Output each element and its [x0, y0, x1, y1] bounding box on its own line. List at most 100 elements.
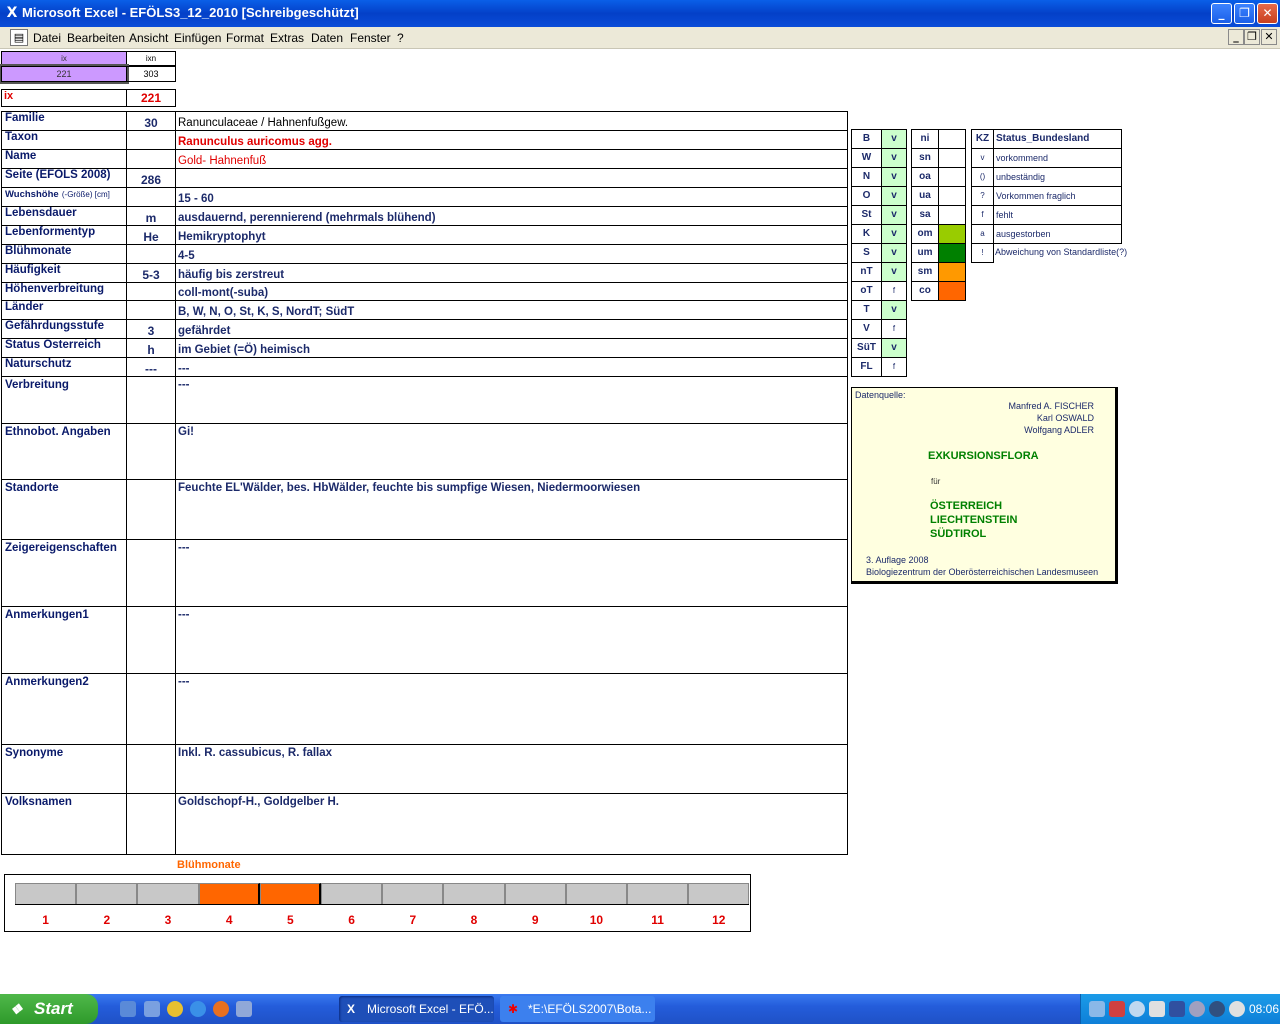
laender-value[interactable]: v	[881, 262, 907, 282]
row-code-cell[interactable]	[126, 187, 176, 207]
bigrow-label-cell[interactable]: Anmerkungen2	[1, 673, 127, 745]
bigrow-label-cell[interactable]: Zeigereigenschaften	[1, 539, 127, 607]
bigrow-value-cell[interactable]: ---	[175, 673, 848, 745]
bigrow-value-cell[interactable]: ---	[175, 539, 848, 607]
hoehen-color[interactable]	[938, 281, 966, 301]
row-code-cell[interactable]	[126, 300, 176, 320]
shield-icon[interactable]	[1169, 1001, 1185, 1017]
row-label-cell[interactable]: Häufigkeit	[1, 263, 127, 283]
row-value-cell[interactable]	[175, 168, 848, 188]
row-label-cell[interactable]: Name	[1, 149, 127, 169]
hoehen-color[interactable]	[938, 186, 966, 206]
bigrow-code-cell[interactable]	[126, 606, 176, 674]
menu-einfuegen[interactable]: Einfügen	[174, 31, 221, 45]
menu-fenster[interactable]: Fenster	[350, 31, 391, 45]
task-excel[interactable]: X Microsoft Excel - EFÖ...	[339, 996, 494, 1022]
row-value-cell[interactable]: B, W, N, O, St, K, S, NordT; SüdT	[175, 300, 848, 320]
row-label-cell[interactable]: Status Österreich	[1, 338, 127, 358]
title-bar[interactable]: X Microsoft Excel - EFÖLS3_12_2010 [Schr…	[0, 0, 1280, 27]
quicklaunch-icon-1[interactable]	[120, 1001, 136, 1017]
laender-code[interactable]: St	[851, 205, 882, 225]
row-code-cell[interactable]: ---	[126, 357, 176, 377]
row-label-cell[interactable]: Taxon	[1, 130, 127, 150]
row-value-cell[interactable]: ---	[175, 357, 848, 377]
laender-code[interactable]: FL	[851, 357, 882, 377]
status-text[interactable]: ausgestorben	[993, 224, 1122, 244]
row-value-cell[interactable]: Ranunculus auricomus agg.	[175, 130, 848, 150]
status-text[interactable]: unbeständig	[993, 167, 1122, 187]
bigrow-code-cell[interactable]	[126, 673, 176, 745]
workbook-icon[interactable]: ▤	[10, 29, 28, 46]
ix-label-cell[interactable]: ix	[1, 89, 127, 107]
quicklaunch-icon-6[interactable]	[236, 1001, 252, 1017]
bigrow-code-cell[interactable]	[126, 376, 176, 424]
ixn-value-cell[interactable]: 303	[126, 66, 176, 82]
hoehen-code[interactable]: sn	[911, 148, 939, 168]
row-code-cell[interactable]: 286	[126, 168, 176, 188]
bigrow-value-cell[interactable]: ---	[175, 606, 848, 674]
row-code-cell[interactable]: m	[126, 206, 176, 226]
hoehen-color[interactable]	[938, 148, 966, 168]
media-player-icon[interactable]	[167, 1001, 183, 1017]
bigrow-value-cell[interactable]: Goldschopf-H., Goldgelber H.	[175, 793, 848, 855]
doc-close-button[interactable]: ✕	[1261, 29, 1277, 45]
row-code-cell[interactable]	[126, 282, 176, 301]
row-code-cell[interactable]: 30	[126, 111, 176, 131]
laender-code[interactable]: O	[851, 186, 882, 206]
tray-icon-4[interactable]	[1149, 1001, 1165, 1017]
bigrow-label-cell[interactable]: Volksnamen	[1, 793, 127, 855]
ix-value-cell[interactable]: 221	[0, 64, 129, 84]
hoehen-code[interactable]: ni	[911, 129, 939, 149]
row-label-cell[interactable]: Familie	[1, 111, 127, 131]
ixn-header[interactable]: ixn	[126, 51, 176, 66]
hoehen-code[interactable]: ua	[911, 186, 939, 206]
bigrow-label-cell[interactable]: Synonyme	[1, 744, 127, 794]
laender-value[interactable]: v	[881, 224, 907, 244]
status-code[interactable]: ?	[971, 186, 994, 206]
laender-code[interactable]: W	[851, 148, 882, 168]
laender-code[interactable]: S	[851, 243, 882, 263]
row-value-cell[interactable]: ausdauernd, perennierend (mehrmals blühe…	[175, 206, 848, 226]
menu-help[interactable]: ?	[397, 31, 404, 45]
bluehmonate-chart[interactable]: 1 2 3 4 5 6 7 8 9 10 11 12	[4, 874, 751, 932]
status-code[interactable]: f	[971, 205, 994, 225]
bigrow-code-cell[interactable]	[126, 793, 176, 855]
bigrow-value-cell[interactable]: Feuchte EL'Wälder, bes. HbWälder, feucht…	[175, 479, 848, 540]
hoehen-color[interactable]	[938, 129, 966, 149]
hoehen-code[interactable]: om	[911, 224, 939, 244]
laender-value[interactable]: f	[881, 281, 907, 301]
laender-value[interactable]: v	[881, 167, 907, 187]
laender-value[interactable]: v	[881, 243, 907, 263]
status-text[interactable]: fehlt	[993, 205, 1122, 225]
hoehen-code[interactable]: um	[911, 243, 939, 263]
laender-value[interactable]: v	[881, 148, 907, 168]
doc-restore-button[interactable]: ❐	[1244, 29, 1260, 45]
internet-explorer-icon[interactable]	[190, 1001, 206, 1017]
bigrow-label-cell[interactable]: Anmerkungen1	[1, 606, 127, 674]
laender-code[interactable]: nT	[851, 262, 882, 282]
hoehen-color[interactable]	[938, 205, 966, 225]
menu-format[interactable]: Format	[226, 31, 264, 45]
laender-code[interactable]: oT	[851, 281, 882, 301]
hoehen-color[interactable]	[938, 167, 966, 187]
bigrow-value-cell[interactable]: Inkl. R. cassubicus, R. fallax	[175, 744, 848, 794]
row-code-cell[interactable]: 5-3	[126, 263, 176, 283]
row-value-cell[interactable]: Gold- Hahnenfuß	[175, 149, 848, 169]
firefox-icon[interactable]	[213, 1001, 229, 1017]
row-label-cell[interactable]: Gefährdungsstufe	[1, 319, 127, 339]
bigrow-code-cell[interactable]	[126, 423, 176, 480]
row-code-cell[interactable]: 3	[126, 319, 176, 339]
hoehen-color[interactable]	[938, 224, 966, 244]
row-label-cell[interactable]: Länder	[1, 300, 127, 320]
row-label-cell[interactable]: Blühmonate	[1, 244, 127, 264]
tray-icon-6[interactable]	[1189, 1001, 1205, 1017]
laender-code[interactable]: SüT	[851, 338, 882, 358]
hoehen-code[interactable]: co	[911, 281, 939, 301]
bigrow-label-cell[interactable]: Standorte	[1, 479, 127, 540]
hoehen-code[interactable]: sa	[911, 205, 939, 225]
row-label-cell[interactable]: Wuchshöhe (-Größe) [cm]	[1, 187, 127, 207]
row-label-cell[interactable]: Lebenformentyp	[1, 225, 127, 245]
row-value-cell[interactable]: Hemikryptophyt	[175, 225, 848, 245]
laender-code[interactable]: K	[851, 224, 882, 244]
bigrow-value-cell[interactable]: Gi!	[175, 423, 848, 480]
